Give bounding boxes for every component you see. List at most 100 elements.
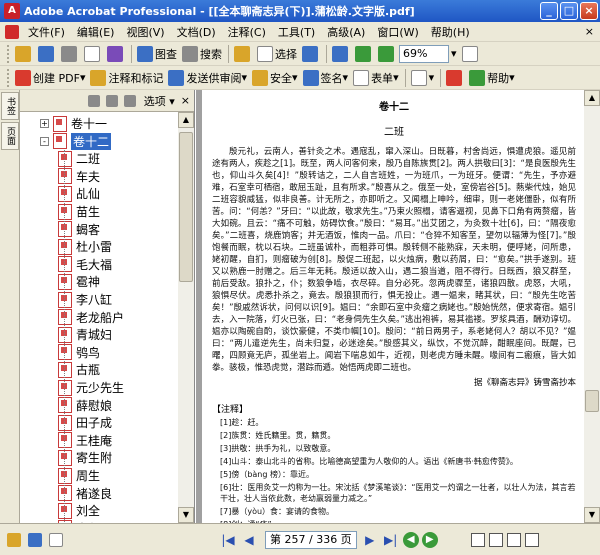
bookmark-item[interactable]: 老龙船户 bbox=[58, 308, 124, 327]
organizer-icon bbox=[137, 45, 153, 62]
bookmark-item[interactable]: - 卷十二 bbox=[40, 132, 112, 151]
next-page-button[interactable]: ▶ bbox=[361, 531, 379, 549]
delete-bookmark-icon[interactable] bbox=[87, 94, 100, 107]
pdf-page[interactable]: 卷十二 二班 殷元礼，云南人，善针灸之术。遇寇乱，窜入深山。日既暮，村舍尚远，惧… bbox=[202, 90, 586, 523]
yahoo-button[interactable] bbox=[444, 68, 466, 88]
bookmark-icon bbox=[58, 467, 72, 484]
continuous-facing-layout-icon[interactable] bbox=[524, 532, 539, 547]
save-button[interactable] bbox=[36, 44, 58, 64]
menu-help[interactable]: 帮助(H) bbox=[425, 24, 476, 40]
zoom-tool-button[interactable] bbox=[330, 44, 352, 64]
document-scrollbar[interactable]: ▲ ▼ bbox=[584, 90, 600, 523]
comment-markup-button[interactable]: 注释和标记 bbox=[88, 68, 165, 88]
scroll-thumb[interactable] bbox=[585, 390, 599, 412]
bookmark-item[interactable]: 毛大福 bbox=[58, 255, 112, 274]
zoom-in-button[interactable] bbox=[376, 44, 398, 64]
close-pane-button[interactable]: × bbox=[181, 94, 190, 107]
menu-view[interactable]: 视图(V) bbox=[120, 24, 170, 40]
zoom-dropdown-button[interactable]: ▾ bbox=[449, 44, 459, 64]
expand-icon[interactable]: + bbox=[40, 119, 49, 128]
bookmarks-scrollbar[interactable]: ▲ ▼ bbox=[178, 112, 194, 523]
toolbar-separator bbox=[404, 68, 406, 87]
note-item: [3]拱敬：拱手为礼，以致敬意。 bbox=[220, 444, 336, 453]
single-page-layout-icon[interactable] bbox=[470, 532, 485, 547]
bookmark-item[interactable]: 李八缸 bbox=[58, 290, 112, 309]
page-number-field[interactable]: 第 257 / 336 页 bbox=[265, 530, 357, 549]
previous-page-button[interactable]: ◀ bbox=[240, 531, 258, 549]
new-bookmark-icon[interactable] bbox=[105, 94, 118, 107]
bookmark-item[interactable]: + 卷十一 bbox=[40, 114, 107, 133]
view-size-button[interactable] bbox=[48, 531, 66, 549]
scroll-down-button[interactable]: ▼ bbox=[584, 507, 600, 523]
bookmark-item[interactable]: 田子成 bbox=[58, 413, 112, 432]
close-document-button[interactable]: × bbox=[585, 25, 594, 38]
page-size-icon bbox=[49, 532, 63, 547]
tab-bookmarks[interactable]: 书签 bbox=[1, 92, 19, 120]
facing-layout-icon[interactable] bbox=[506, 532, 521, 547]
menu-edit[interactable]: 编辑(E) bbox=[71, 24, 121, 40]
camera-icon bbox=[302, 45, 318, 62]
toolbar-grip[interactable] bbox=[7, 44, 10, 63]
navigation-icon bbox=[7, 532, 21, 547]
menu-advanced[interactable]: 高级(A) bbox=[321, 24, 371, 40]
acrobat-app-icon: A bbox=[4, 3, 20, 19]
sign-button[interactable]: 签名 ▾ bbox=[301, 68, 351, 88]
maximize-button[interactable]: □ bbox=[560, 2, 578, 20]
search-button[interactable]: 搜索 bbox=[180, 44, 224, 64]
bookmark-item[interactable]: 杜小雷 bbox=[58, 237, 112, 256]
toolbar-separator bbox=[228, 44, 229, 63]
bookmark-item[interactable]: 青城妇 bbox=[58, 325, 112, 344]
show-navigation-button[interactable] bbox=[6, 531, 24, 549]
tab-pages[interactable]: 页面 bbox=[1, 122, 19, 150]
hand-tool-button[interactable] bbox=[232, 44, 254, 64]
bookmark-icon bbox=[58, 502, 72, 519]
print-button[interactable] bbox=[59, 44, 81, 64]
go-back-button[interactable]: ◀ bbox=[402, 531, 419, 548]
toolbar-grip[interactable] bbox=[7, 68, 10, 87]
question-icon bbox=[461, 45, 478, 62]
forms-button[interactable]: 表单 ▾ bbox=[351, 68, 401, 88]
minimize-button[interactable]: _ bbox=[540, 2, 558, 20]
expand-bookmark-icon[interactable] bbox=[123, 94, 136, 107]
bookmark-item[interactable]: 寄生附 bbox=[58, 448, 112, 467]
scroll-thumb[interactable] bbox=[179, 132, 193, 282]
bookmark-item[interactable]: 王桂庵 bbox=[58, 431, 112, 450]
bookmark-icon bbox=[58, 291, 72, 308]
scroll-up-button[interactable]: ▲ bbox=[584, 90, 600, 106]
organize-button[interactable]: 图查 bbox=[135, 44, 179, 64]
send-review-button[interactable]: 发送供审阅 ▾ bbox=[166, 68, 249, 88]
attach-button[interactable] bbox=[105, 44, 127, 64]
zoom-out-button[interactable] bbox=[353, 44, 375, 64]
close-button[interactable]: × bbox=[580, 2, 598, 20]
menu-comments[interactable]: 注释(C) bbox=[222, 24, 272, 40]
scroll-down-button[interactable]: ▼ bbox=[178, 507, 194, 523]
secure-button[interactable]: 安全 ▾ bbox=[250, 68, 300, 88]
menu-file[interactable]: 文件(F) bbox=[22, 24, 71, 40]
first-page-button[interactable]: |◀ bbox=[219, 531, 237, 549]
save-status-button[interactable] bbox=[27, 531, 45, 549]
bookmark-item[interactable]: 元少先生 bbox=[58, 378, 124, 397]
options-menu[interactable]: 选项 ▾ bbox=[144, 93, 175, 109]
last-page-button[interactable]: ▶| bbox=[382, 531, 400, 549]
bookmark-icon bbox=[58, 326, 72, 343]
help-search-button[interactable] bbox=[460, 44, 482, 64]
continuous-layout-icon[interactable] bbox=[488, 532, 503, 547]
bookmark-label: 田子成 bbox=[76, 416, 113, 431]
snapshot-button[interactable] bbox=[300, 44, 322, 64]
menu-tools[interactable]: 工具(T) bbox=[272, 24, 321, 40]
scroll-up-button[interactable]: ▲ bbox=[178, 112, 194, 128]
bookmark-item[interactable]: 褚遂良 bbox=[58, 484, 112, 503]
help-button[interactable]: 帮助 ▾ bbox=[467, 68, 517, 88]
go-forward-button[interactable]: ▶ bbox=[421, 531, 438, 548]
zoom-level-field[interactable]: 69% bbox=[399, 44, 449, 63]
create-pdf-button[interactable]: 创建 PDF ▾ bbox=[13, 68, 87, 88]
page-layout-button[interactable]: ▾ bbox=[409, 68, 437, 88]
bookmark-item[interactable]: 薛慰娘 bbox=[58, 396, 112, 415]
menu-document[interactable]: 文档(D) bbox=[171, 24, 222, 40]
menu-window[interactable]: 窗口(W) bbox=[371, 24, 424, 40]
email-icon bbox=[84, 45, 100, 62]
email-button[interactable] bbox=[82, 44, 104, 64]
collapse-icon[interactable]: - bbox=[40, 136, 49, 146]
select-tool-button[interactable]: 选择 bbox=[255, 44, 299, 64]
open-button[interactable] bbox=[13, 44, 35, 64]
